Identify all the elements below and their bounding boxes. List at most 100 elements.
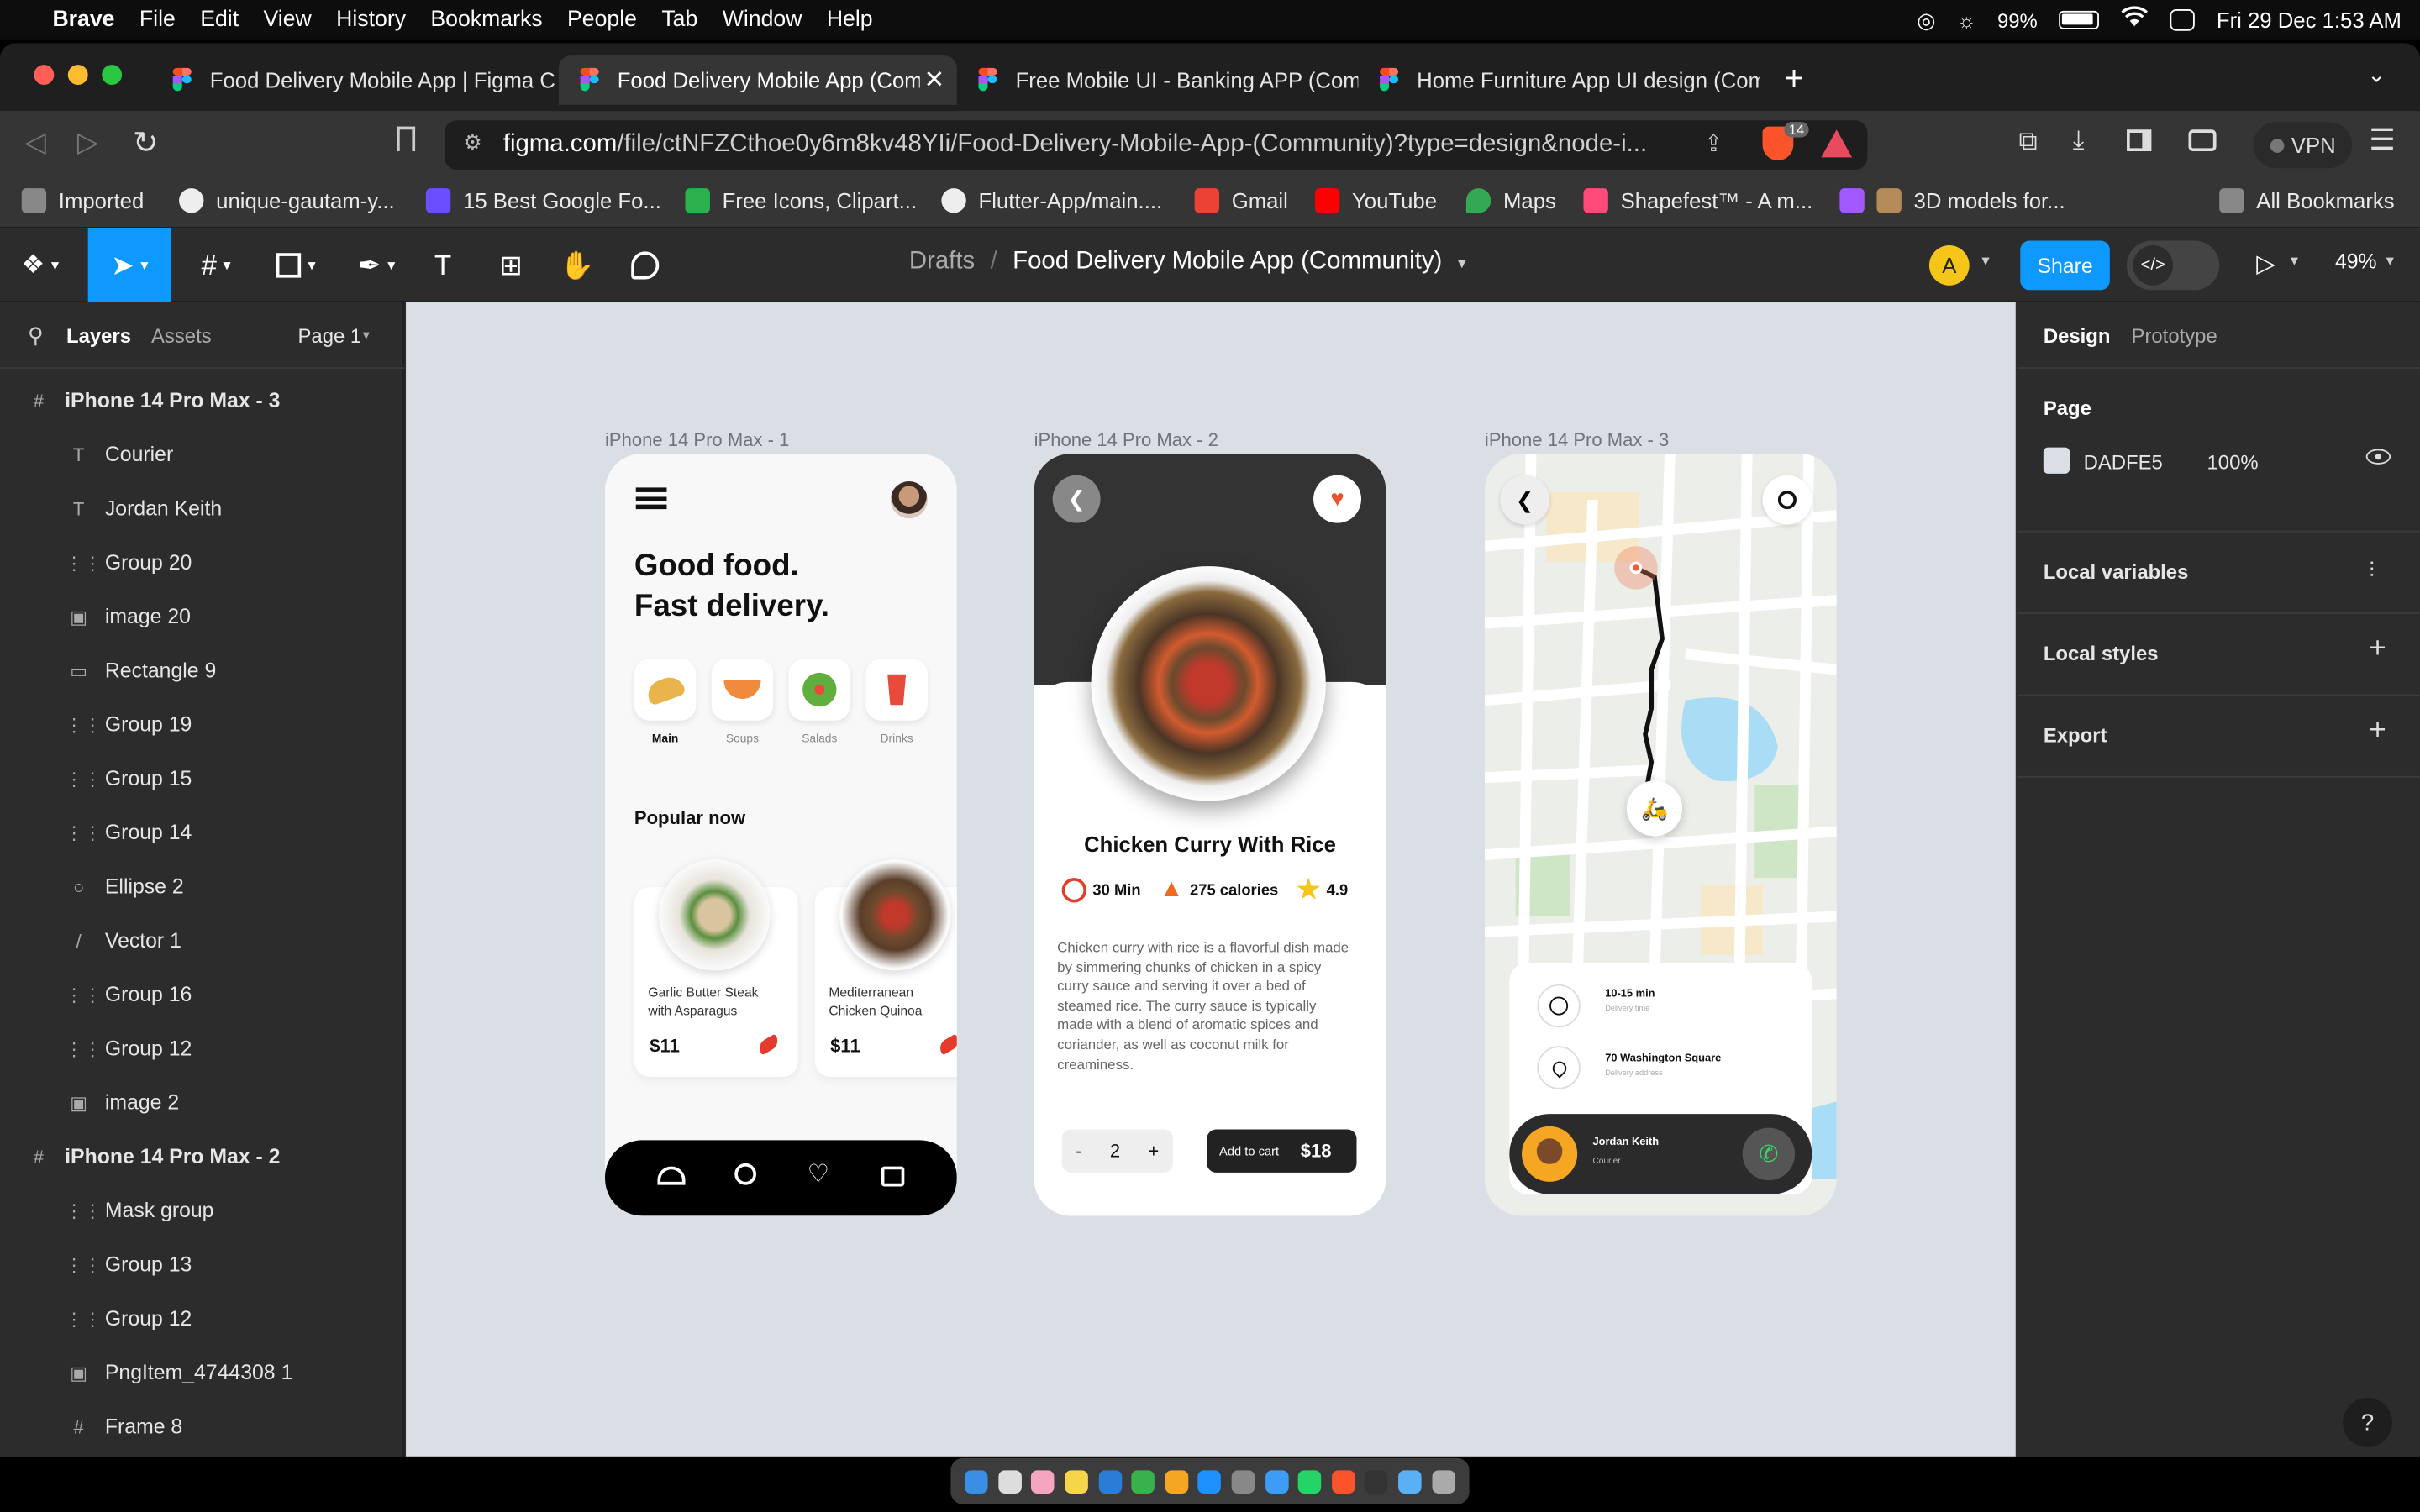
comment-tool-button[interactable] (611, 228, 679, 302)
app-store-icon[interactable] (1198, 1469, 1222, 1494)
orders-list-icon[interactable] (881, 1166, 905, 1187)
frame-label-3[interactable]: iPhone 14 Pro Max - 3 (1485, 429, 1669, 451)
sketch-icon[interactable] (1165, 1469, 1189, 1494)
bookmark-imported[interactable]: Imported (21, 188, 145, 213)
vscode-icon[interactable] (1098, 1469, 1122, 1494)
bookmark-github-2[interactable]: Flutter-App/main.... (941, 188, 1162, 213)
bookmark-maps[interactable]: Maps (1465, 188, 1556, 213)
layer-row[interactable]: ⋮⋮ Group 16 (0, 968, 404, 1021)
layer-row[interactable]: / Vector 1 (0, 913, 404, 967)
menu-view[interactable]: View (251, 8, 324, 32)
prototype-tab[interactable]: Prototype (2132, 324, 2217, 348)
assets-tab[interactable]: Assets (151, 324, 212, 348)
all-bookmarks[interactable]: All Bookmarks (2219, 188, 2395, 213)
favorite-button[interactable]: ♥ (1313, 475, 1361, 523)
food-card-1[interactable]: Garlic Butter Steak with Asparagus $11 (634, 859, 798, 1078)
tab-list-chevron-icon[interactable]: ⌄ (2368, 61, 2386, 87)
window-close-button[interactable] (34, 65, 55, 86)
brave-rewards-icon[interactable] (1821, 129, 1853, 158)
menu-window[interactable]: Window (710, 8, 814, 32)
tab-figma-banking[interactable]: Free Mobile UI - Banking APP (Com (957, 55, 1358, 105)
launchpad-icon[interactable] (998, 1469, 1022, 1494)
figma-main-menu-button[interactable]: ❖ ▾ (6, 228, 74, 302)
page-opacity[interactable]: 100% (2207, 450, 2259, 474)
battery-icon[interactable] (2059, 10, 2100, 29)
add-export-plus-icon[interactable]: + (2369, 714, 2386, 748)
clock-datetime[interactable]: Fri 29 Dec 1:53 AM (2217, 8, 2402, 32)
vpn-button[interactable]: VPN (2253, 122, 2353, 169)
shape-tool-button[interactable]: ▾ (262, 228, 330, 302)
resources-tool-button[interactable]: ⊞ (477, 228, 545, 302)
layer-row[interactable]: ⋮⋮ Group 12 (0, 1291, 404, 1345)
locate-me-button[interactable] (1762, 475, 1812, 525)
bookmark-3d[interactable]: 3D models for... (1839, 188, 2065, 213)
dev-mode-toggle[interactable]: </> (2127, 240, 2220, 291)
hand-tool-button[interactable]: ✋ (544, 228, 612, 302)
tab-figma-active[interactable]: Food Delivery Mobile App (Com ✕ (558, 55, 957, 105)
layer-row[interactable]: ⋮⋮ Group 20 (0, 535, 404, 589)
share-button[interactable]: Share (2020, 240, 2110, 291)
sidebar-icon[interactable] (2127, 129, 2152, 151)
notes-icon[interactable] (1065, 1469, 1089, 1494)
reload-icon[interactable]: ↻ (133, 123, 159, 162)
tab-figma-furniture[interactable]: Home Furniture App UI design (Com (1358, 55, 1760, 105)
menu-file[interactable]: File (127, 8, 187, 32)
qty-plus-button[interactable]: + (1148, 1140, 1159, 1162)
chevron-down-icon[interactable]: ▾ (363, 327, 370, 344)
search-icon[interactable] (734, 1163, 756, 1185)
present-play-icon[interactable]: ▷ (2256, 249, 2275, 280)
breadcrumb-drafts[interactable]: Drafts (909, 249, 975, 276)
menu-bookmarks[interactable]: Bookmarks (418, 8, 555, 32)
add-style-plus-icon[interactable]: + (2369, 633, 2386, 666)
export-section[interactable]: Export + (2017, 694, 2420, 776)
variables-sliders-icon[interactable]: ⫶ (2369, 557, 2374, 583)
profile-avatar[interactable] (890, 481, 928, 519)
bookmark-icon[interactable] (397, 126, 416, 151)
bookmark-icons[interactable]: Free Icons, Clipart... (685, 188, 917, 213)
page-color-hex[interactable]: DADFE5 (2084, 450, 2163, 474)
layers-tab[interactable]: Layers (66, 324, 131, 348)
search-icon[interactable]: ⚲ (28, 323, 44, 349)
zoom-level[interactable]: 49% (2335, 250, 2377, 274)
chevron-down-icon[interactable]: ▾ (1981, 253, 1989, 270)
tab-close-icon[interactable]: ✕ (923, 65, 944, 96)
layer-row[interactable]: ⋮⋮ Group 13 (0, 1237, 404, 1291)
category-main[interactable]: Main (634, 659, 697, 745)
map-back-button[interactable]: ❮ (1500, 475, 1550, 525)
window-minimize-button[interactable] (67, 65, 88, 86)
brave-icon[interactable] (1331, 1469, 1355, 1494)
layer-row[interactable]: ▣ PngItem_4744308 1 (0, 1346, 404, 1399)
layer-row[interactable]: ▣ image 20 (0, 590, 404, 643)
bookmark-gmail[interactable]: Gmail (1194, 188, 1288, 213)
menu-tab[interactable]: Tab (650, 8, 710, 32)
layer-row[interactable]: ⋮⋮ Group 19 (0, 697, 404, 751)
text-tool-button[interactable]: T (409, 228, 477, 302)
category-salads[interactable]: Salads (788, 659, 851, 745)
url-field[interactable]: ⚙ figma.com/file/ctNFZCthoe0y6m8kv48YIi/… (444, 120, 1868, 171)
layer-row[interactable]: ⋮⋮ Group 12 (0, 1021, 404, 1075)
wallet-icon[interactable] (2188, 129, 2217, 151)
new-tab-plus-icon[interactable]: + (1784, 59, 1804, 99)
chevron-down-icon[interactable]: ▾ (1458, 253, 1466, 276)
menu-history[interactable]: History (324, 8, 418, 32)
home-cloche-icon[interactable] (657, 1166, 686, 1185)
add-to-cart-button[interactable]: Add to cart $18 (1207, 1129, 1357, 1173)
frame-label-1[interactable]: iPhone 14 Pro Max - 1 (605, 429, 789, 451)
numbers-icon[interactable] (1131, 1469, 1155, 1494)
local-variables-section[interactable]: Local variables ⫶ (2017, 530, 2420, 612)
back-button[interactable]: ❮ (1052, 475, 1101, 523)
layer-row[interactable]: T Courier (0, 428, 404, 481)
layer-row[interactable]: # Frame 8 (0, 1399, 404, 1453)
file-name[interactable]: Food Delivery Mobile App (Community) (1013, 249, 1442, 276)
hamburger-menu-icon[interactable] (635, 487, 667, 510)
chevron-down-icon[interactable]: ▾ (2386, 253, 2394, 270)
extensions-icon[interactable]: ⧉ (2018, 127, 2037, 158)
menu-app-name[interactable]: Brave (43, 8, 127, 32)
whatsapp-icon[interactable] (1298, 1469, 1322, 1494)
menu-help[interactable]: Help (814, 8, 885, 32)
figma-canvas[interactable]: iPhone 14 Pro Max - 1 iPhone 14 Pro Max … (406, 302, 2016, 1457)
bookmark-youtube[interactable]: YouTube (1314, 188, 1437, 213)
fingerprint-icon[interactable]: ◎ (1917, 7, 1935, 33)
xcode-icon[interactable] (1265, 1469, 1289, 1494)
heart-icon[interactable]: ♡ (808, 1158, 829, 1189)
